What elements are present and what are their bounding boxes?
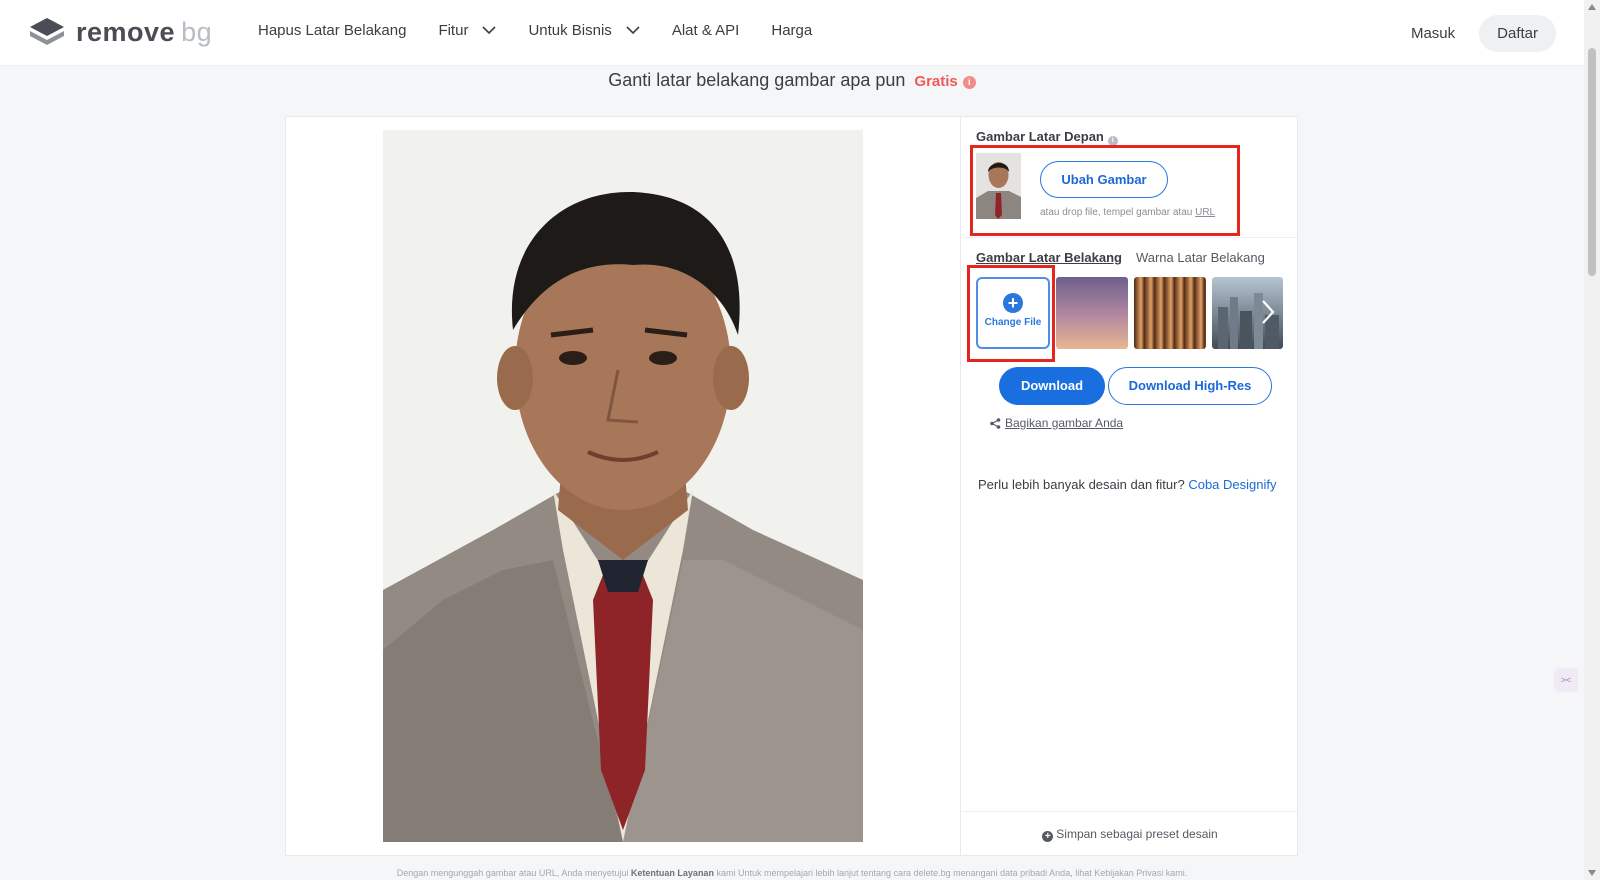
free-badge: Gratis (914, 73, 958, 90)
site-header: remove bg Hapus Latar Belakang Fitur Untu… (0, 0, 1584, 66)
info-icon[interactable]: i (962, 76, 976, 89)
foreground-section: Gambar Latar Depan i Ubah Gambar atau dro… (970, 129, 1286, 236)
nav-pricing[interactable]: Harga (771, 22, 812, 39)
chevron-right-icon[interactable] (1261, 299, 1275, 325)
terms-link[interactable]: Ketentuan Layanan (631, 868, 714, 878)
edit-panel: Gambar Latar Depan i Ubah Gambar atau dro… (962, 117, 1298, 855)
plus-circle-icon: + (1003, 293, 1023, 313)
nav-business[interactable]: Untuk Bisnis (528, 22, 640, 39)
change-file-label: Change File (984, 317, 1042, 328)
designify-promo: Perlu lebih banyak desain dan fitur? Cob… (978, 477, 1277, 492)
editor-card: Gambar Latar Depan i Ubah Gambar atau dro… (285, 116, 1298, 856)
scroll-down-icon[interactable] (1588, 870, 1596, 876)
save-preset-button[interactable]: + Simpan sebagai preset desain (962, 811, 1298, 855)
chat-widget-icon[interactable]: >< (1554, 668, 1578, 692)
background-tabs: Gambar Latar Belakang Warna Latar Belaka… (976, 250, 1265, 265)
login-link[interactable]: Masuk (1411, 25, 1455, 42)
result-photo (383, 130, 863, 842)
change-file-button[interactable]: + Change File (976, 277, 1050, 349)
tab-background-color[interactable]: Warna Latar Belakang (1136, 250, 1265, 265)
page-subtitle: Ganti latar belakang gambar apa pun Grat… (0, 70, 1584, 91)
download-button[interactable]: Download (999, 367, 1105, 405)
foreground-title: Gambar Latar Depan i (976, 129, 1286, 146)
scroll-up-icon[interactable] (1588, 4, 1596, 10)
page-scrollbar[interactable] (1584, 0, 1600, 880)
url-link[interactable]: URL (1195, 207, 1215, 218)
brand-name: remove bg (76, 16, 213, 47)
terms-notice: Dengan mengunggah gambar atau URL, Anda … (396, 868, 1188, 878)
brand-logo[interactable]: remove bg (28, 16, 212, 48)
scroll-thumb[interactable] (1588, 48, 1596, 276)
download-hires-button[interactable]: Download High-Res (1108, 367, 1272, 405)
background-option-city[interactable] (1212, 277, 1283, 349)
tab-background-image[interactable]: Gambar Latar Belakang (976, 250, 1122, 265)
portrait-illustration (383, 130, 863, 842)
signup-button[interactable]: Daftar (1479, 15, 1556, 52)
nav-remove-bg[interactable]: Hapus Latar Belakang (258, 22, 406, 39)
share-icon (990, 417, 1001, 429)
background-option-sunset[interactable] (1056, 277, 1128, 349)
designify-link[interactable]: Coba Designify (1188, 477, 1276, 492)
plus-circle-icon: + (1042, 831, 1054, 842)
portrait-thumbnail-icon (976, 153, 1021, 219)
section-divider (962, 237, 1298, 238)
main-nav: Hapus Latar Belakang Fitur Untuk Bisnis … (258, 22, 844, 39)
chevron-down-icon (482, 26, 497, 35)
chevron-down-icon (626, 26, 640, 35)
share-link[interactable]: Bagikan gambar Anda (990, 416, 1123, 430)
nav-features[interactable]: Fitur (438, 22, 497, 39)
foreground-thumbnail[interactable] (976, 153, 1021, 219)
background-option-wood[interactable] (1134, 277, 1206, 349)
download-actions: Download Download High-Res (999, 367, 1272, 405)
logo-icon (30, 18, 64, 45)
image-preview-area (286, 117, 961, 855)
background-options: + Change File (967, 265, 1286, 362)
nav-tools-api[interactable]: Alat & API (672, 22, 740, 39)
header-actions: Masuk Daftar (1411, 15, 1556, 52)
change-image-button[interactable]: Ubah Gambar (1040, 161, 1168, 198)
drop-hint: atau drop file, tempel gambar atau URL (1040, 207, 1216, 218)
